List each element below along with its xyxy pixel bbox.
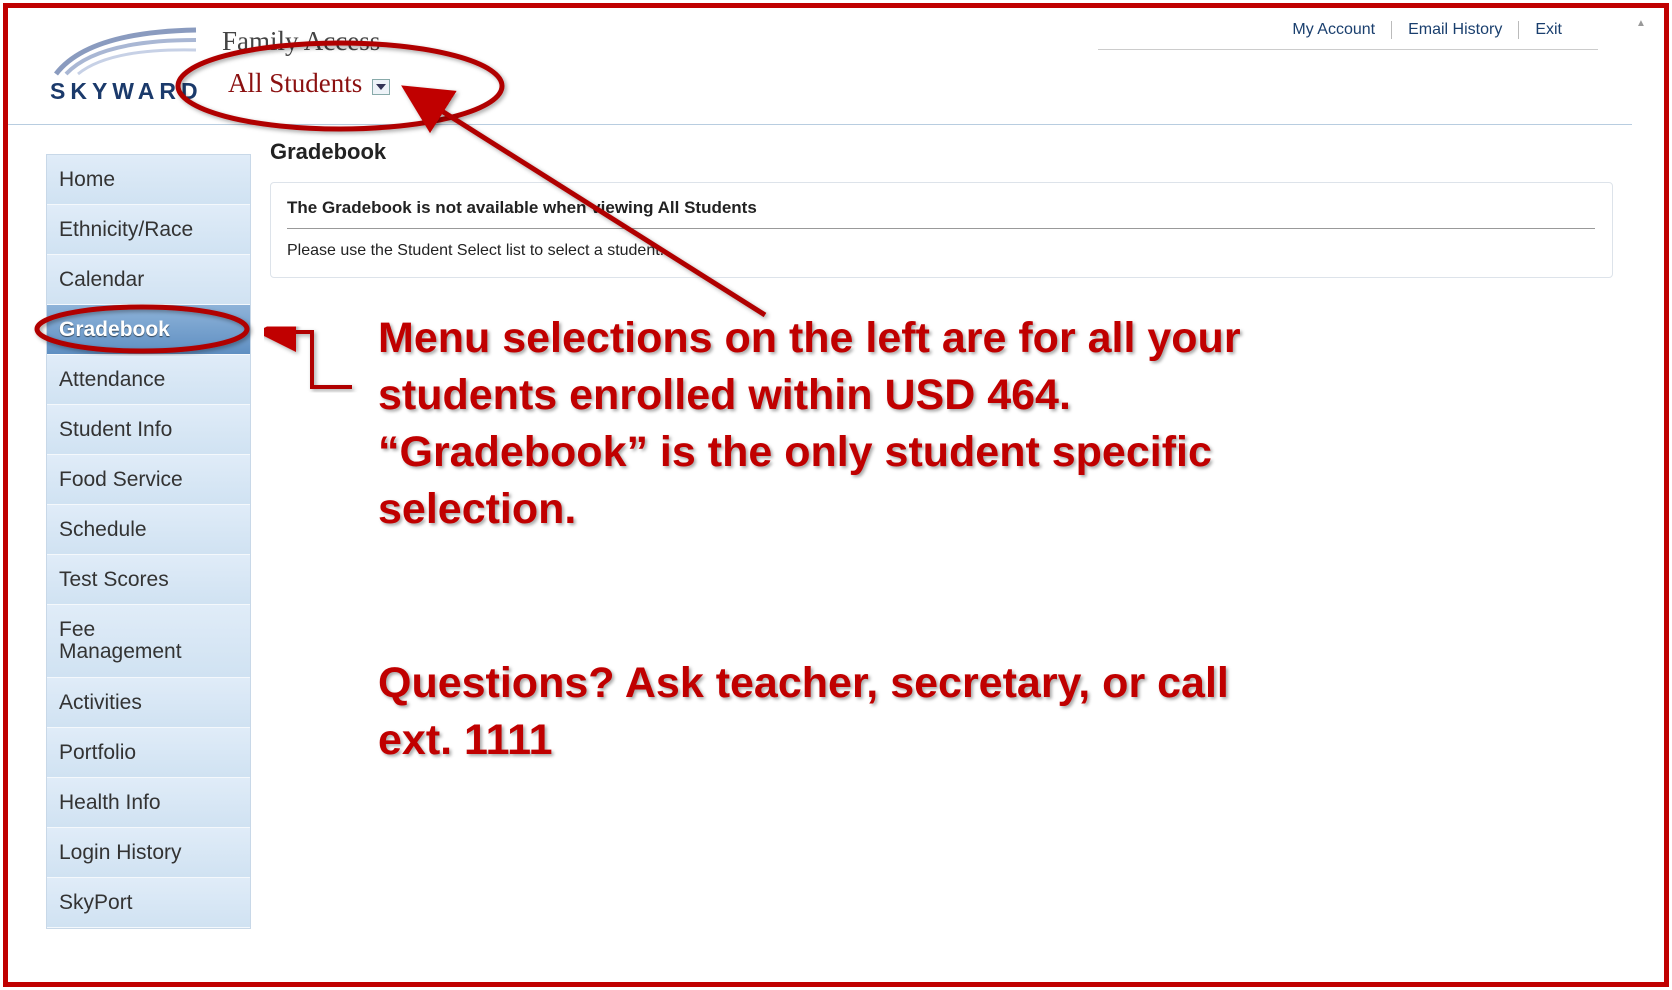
sidebar-item-label: Fee Management: [59, 617, 182, 663]
sidebar-item-label: Health Info: [59, 790, 161, 814]
notice-divider: [287, 228, 1595, 229]
student-select-value: All Students: [228, 68, 363, 98]
sidebar-item-label: Schedule: [59, 517, 147, 541]
sidebar-item-label: Calendar: [59, 267, 145, 291]
header-divider: [8, 124, 1632, 125]
sidebar-item-skyport[interactable]: SkyPort: [47, 878, 250, 928]
sidebar-item-gradebook[interactable]: Gradebook: [47, 305, 250, 355]
sidebar-item-food-service[interactable]: Food Service: [47, 455, 250, 505]
sidebar-item-label: Attendance: [59, 367, 166, 391]
sidebar-item-label: Gradebook: [59, 317, 170, 341]
sidebar-item-login-history[interactable]: Login History: [47, 828, 250, 878]
chevron-down-icon[interactable]: [372, 78, 391, 95]
annotation-menu-note: Menu selections on the left are for all …: [378, 314, 1241, 533]
sidebar-item-label: Portfolio: [59, 740, 137, 764]
sidebar-item-label: Activities: [59, 690, 142, 714]
app-title: Family Access: [222, 26, 381, 56]
sidebar-item-calendar[interactable]: Calendar: [47, 255, 250, 305]
scroll-up-icon[interactable]: ▲: [1636, 18, 1646, 29]
exit-link[interactable]: Exit: [1519, 21, 1578, 39]
sidebar-item-home[interactable]: Home: [47, 155, 250, 205]
sidebar-item-test-scores[interactable]: Test Scores: [47, 555, 250, 605]
page-title: Gradebook: [270, 139, 387, 164]
sidebar-item-label: Home: [59, 167, 116, 191]
sidebar-item-ethnicity-race[interactable]: Ethnicity/Race: [47, 205, 250, 255]
top-links: My Account Email History Exit: [1098, 10, 1598, 50]
my-account-link[interactable]: My Account: [1276, 20, 1393, 39]
notice-text: Please use the Student Select list to se…: [287, 242, 665, 259]
logo-text: SKYWARD: [50, 78, 203, 104]
sidebar-item-label: Ethnicity/Race: [59, 217, 194, 241]
sidebar-item-activities[interactable]: Activities: [47, 678, 250, 728]
email-history-link[interactable]: Email History: [1392, 20, 1520, 39]
logo-swoosh-icon: [54, 27, 197, 76]
sidebar-item-label: SkyPort: [59, 890, 133, 914]
sidebar-item-label: Food Service: [59, 467, 183, 491]
sidebar-item-student-info[interactable]: Student Info: [47, 405, 250, 455]
sidebar-item-health-info[interactable]: Health Info: [47, 778, 250, 828]
sidebar-item-label: Login History: [59, 840, 182, 864]
sidebar-nav: Home Ethnicity/Race Calendar Gradebook A…: [46, 154, 251, 929]
skyward-logo: SKYWARD: [48, 24, 223, 104]
sidebar-item-schedule[interactable]: Schedule: [47, 505, 250, 555]
sidebar-item-label: Test Scores: [59, 567, 169, 591]
sidebar-item-attendance[interactable]: Attendance: [47, 355, 250, 405]
notice-title: The Gradebook is not available when view…: [287, 198, 757, 217]
student-select[interactable]: All Students: [228, 68, 391, 99]
notice-panel: The Gradebook is not available when view…: [270, 182, 1613, 278]
annotation-questions-note: Questions? Ask teacher, secretary, or ca…: [378, 659, 1229, 764]
sidebar-item-label: Student Info: [59, 417, 173, 441]
sidebar-item-portfolio[interactable]: Portfolio: [47, 728, 250, 778]
sidebar-item-fee-management[interactable]: Fee Management: [47, 605, 250, 678]
